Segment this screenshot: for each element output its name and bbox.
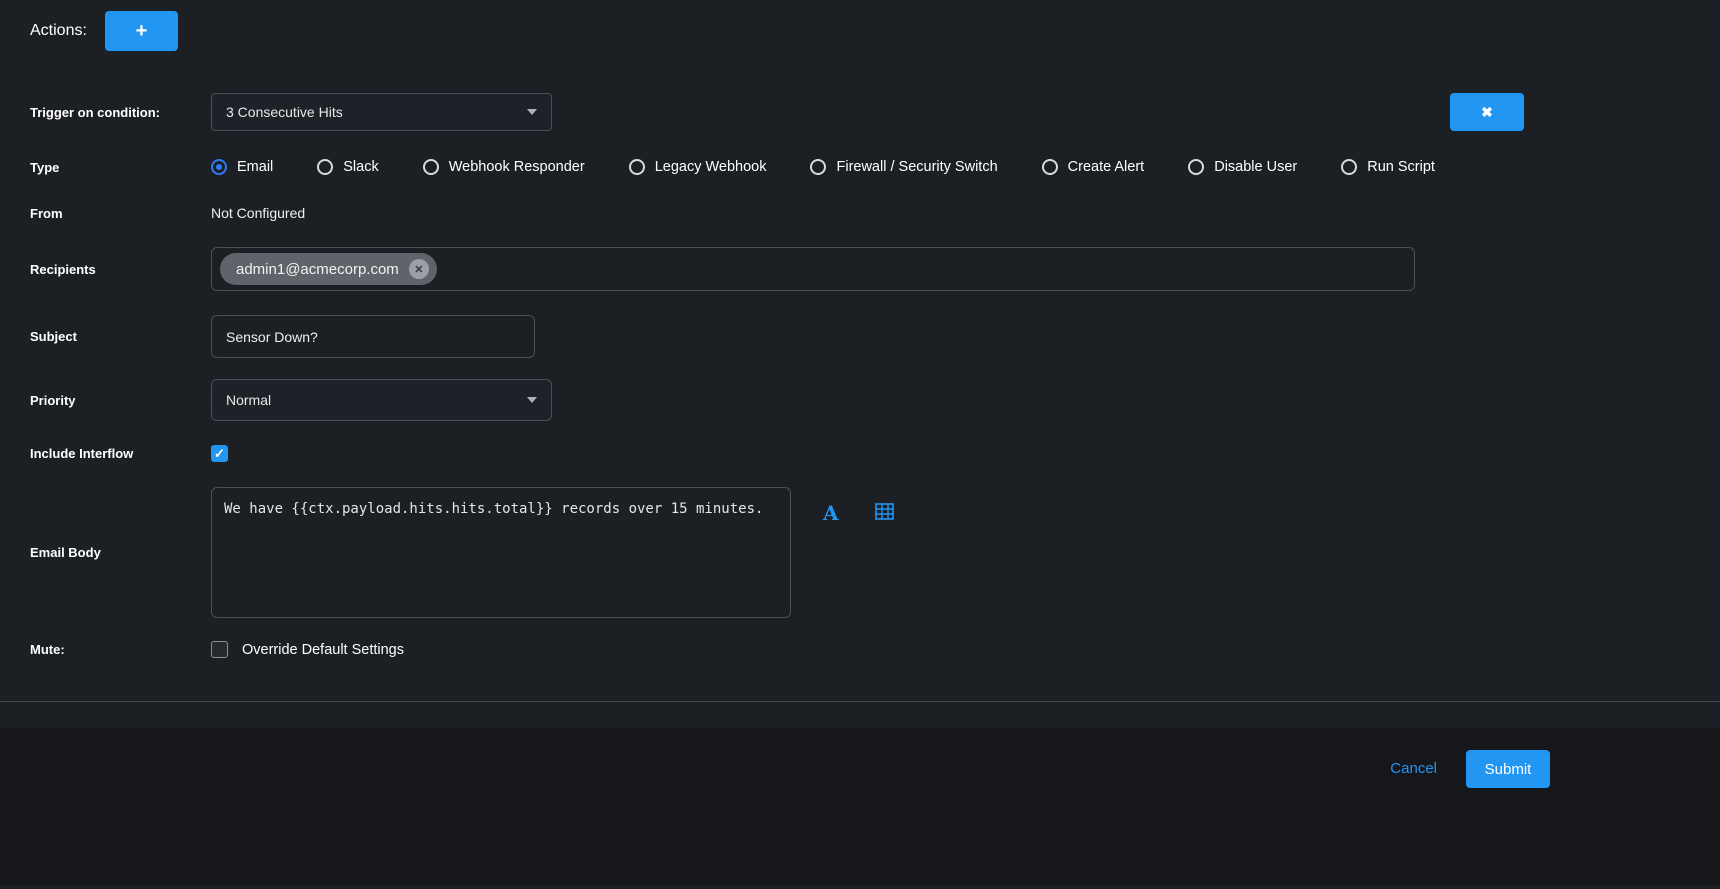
type-row: Type Email Slack Webhook Responder Legac… — [30, 159, 1720, 175]
trigger-condition-label: Trigger on condition: — [30, 105, 211, 120]
recipients-label: Recipients — [30, 262, 211, 277]
radio-option-firewall-security-switch[interactable]: Firewall / Security Switch — [810, 159, 997, 175]
from-value: Not Configured — [211, 205, 305, 221]
email-body-label: Email Body — [30, 545, 211, 560]
action-form: Trigger on condition: 3 Consecutive Hits… — [0, 93, 1720, 658]
actions-header: Actions: + — [0, 0, 1720, 51]
subject-row: Subject — [30, 315, 1720, 358]
email-body-toolbar: A — [823, 501, 894, 525]
chevron-down-icon — [527, 109, 537, 115]
subject-input[interactable] — [211, 315, 535, 358]
mute-checkbox-label: Override Default Settings — [242, 642, 404, 658]
radio-icon — [317, 159, 333, 175]
recipient-chip-label: admin1@acmecorp.com — [236, 261, 399, 278]
from-label: From — [30, 206, 211, 221]
radio-option-create-alert[interactable]: Create Alert — [1042, 159, 1145, 175]
radio-icon — [1188, 159, 1204, 175]
table-icon[interactable] — [875, 503, 894, 520]
radio-option-slack[interactable]: Slack — [317, 159, 378, 175]
from-row: From Not Configured — [30, 205, 1720, 221]
priority-select[interactable]: Normal — [211, 379, 552, 421]
include-interflow-row: Include Interflow ✓ — [30, 445, 1720, 462]
close-icon: ✖ — [1481, 104, 1493, 121]
add-action-button[interactable]: + — [105, 11, 178, 51]
radio-icon — [629, 159, 645, 175]
include-interflow-checkbox[interactable]: ✓ — [211, 445, 228, 462]
radio-option-email[interactable]: Email — [211, 159, 273, 175]
radio-icon — [423, 159, 439, 175]
trigger-condition-row: Trigger on condition: 3 Consecutive Hits… — [30, 93, 1720, 131]
trigger-condition-select[interactable]: 3 Consecutive Hits — [211, 93, 552, 131]
actions-label: Actions: — [30, 22, 87, 40]
priority-value: Normal — [226, 392, 271, 408]
subject-label: Subject — [30, 329, 211, 344]
footer-bar: Cancel Submit — [0, 728, 1720, 885]
radio-icon — [1042, 159, 1058, 175]
font-format-icon[interactable]: A — [823, 501, 839, 525]
radio-icon — [1341, 159, 1357, 175]
chevron-down-icon — [527, 397, 537, 403]
recipient-chip: admin1@acmecorp.com ✕ — [220, 253, 437, 285]
mute-label: Mute: — [30, 642, 211, 657]
priority-label: Priority — [30, 393, 211, 408]
cancel-button[interactable]: Cancel — [1390, 760, 1437, 777]
action-config-panel: Actions: + Trigger on condition: 3 Conse… — [0, 0, 1720, 889]
mute-override-checkbox[interactable]: ✓ — [211, 641, 228, 658]
submit-button[interactable]: Submit — [1466, 750, 1550, 788]
email-body-textarea[interactable]: We have {{ctx.payload.hits.hits.total}} … — [211, 487, 791, 618]
email-body-row: Email Body We have {{ctx.payload.hits.hi… — [30, 487, 1720, 618]
footer-spacer — [0, 702, 1720, 728]
plus-icon: + — [136, 20, 148, 43]
type-label: Type — [30, 160, 211, 175]
priority-row: Priority Normal — [30, 379, 1720, 421]
remove-recipient-icon[interactable]: ✕ — [409, 259, 429, 279]
recipients-input[interactable]: admin1@acmecorp.com ✕ — [211, 247, 1415, 291]
remove-action-button[interactable]: ✖ — [1450, 93, 1524, 131]
radio-icon — [211, 159, 227, 175]
type-radio-group: Email Slack Webhook Responder Legacy Web… — [211, 159, 1435, 175]
radio-option-webhook-responder[interactable]: Webhook Responder — [423, 159, 585, 175]
check-icon: ✓ — [214, 447, 225, 460]
include-interflow-label: Include Interflow — [30, 446, 211, 461]
radio-option-run-script[interactable]: Run Script — [1341, 159, 1435, 175]
radio-option-disable-user[interactable]: Disable User — [1188, 159, 1297, 175]
recipients-row: Recipients admin1@acmecorp.com ✕ — [30, 247, 1720, 291]
radio-option-legacy-webhook[interactable]: Legacy Webhook — [629, 159, 767, 175]
radio-icon — [810, 159, 826, 175]
trigger-condition-value: 3 Consecutive Hits — [226, 104, 343, 120]
mute-row: Mute: ✓ Override Default Settings — [30, 641, 1720, 658]
